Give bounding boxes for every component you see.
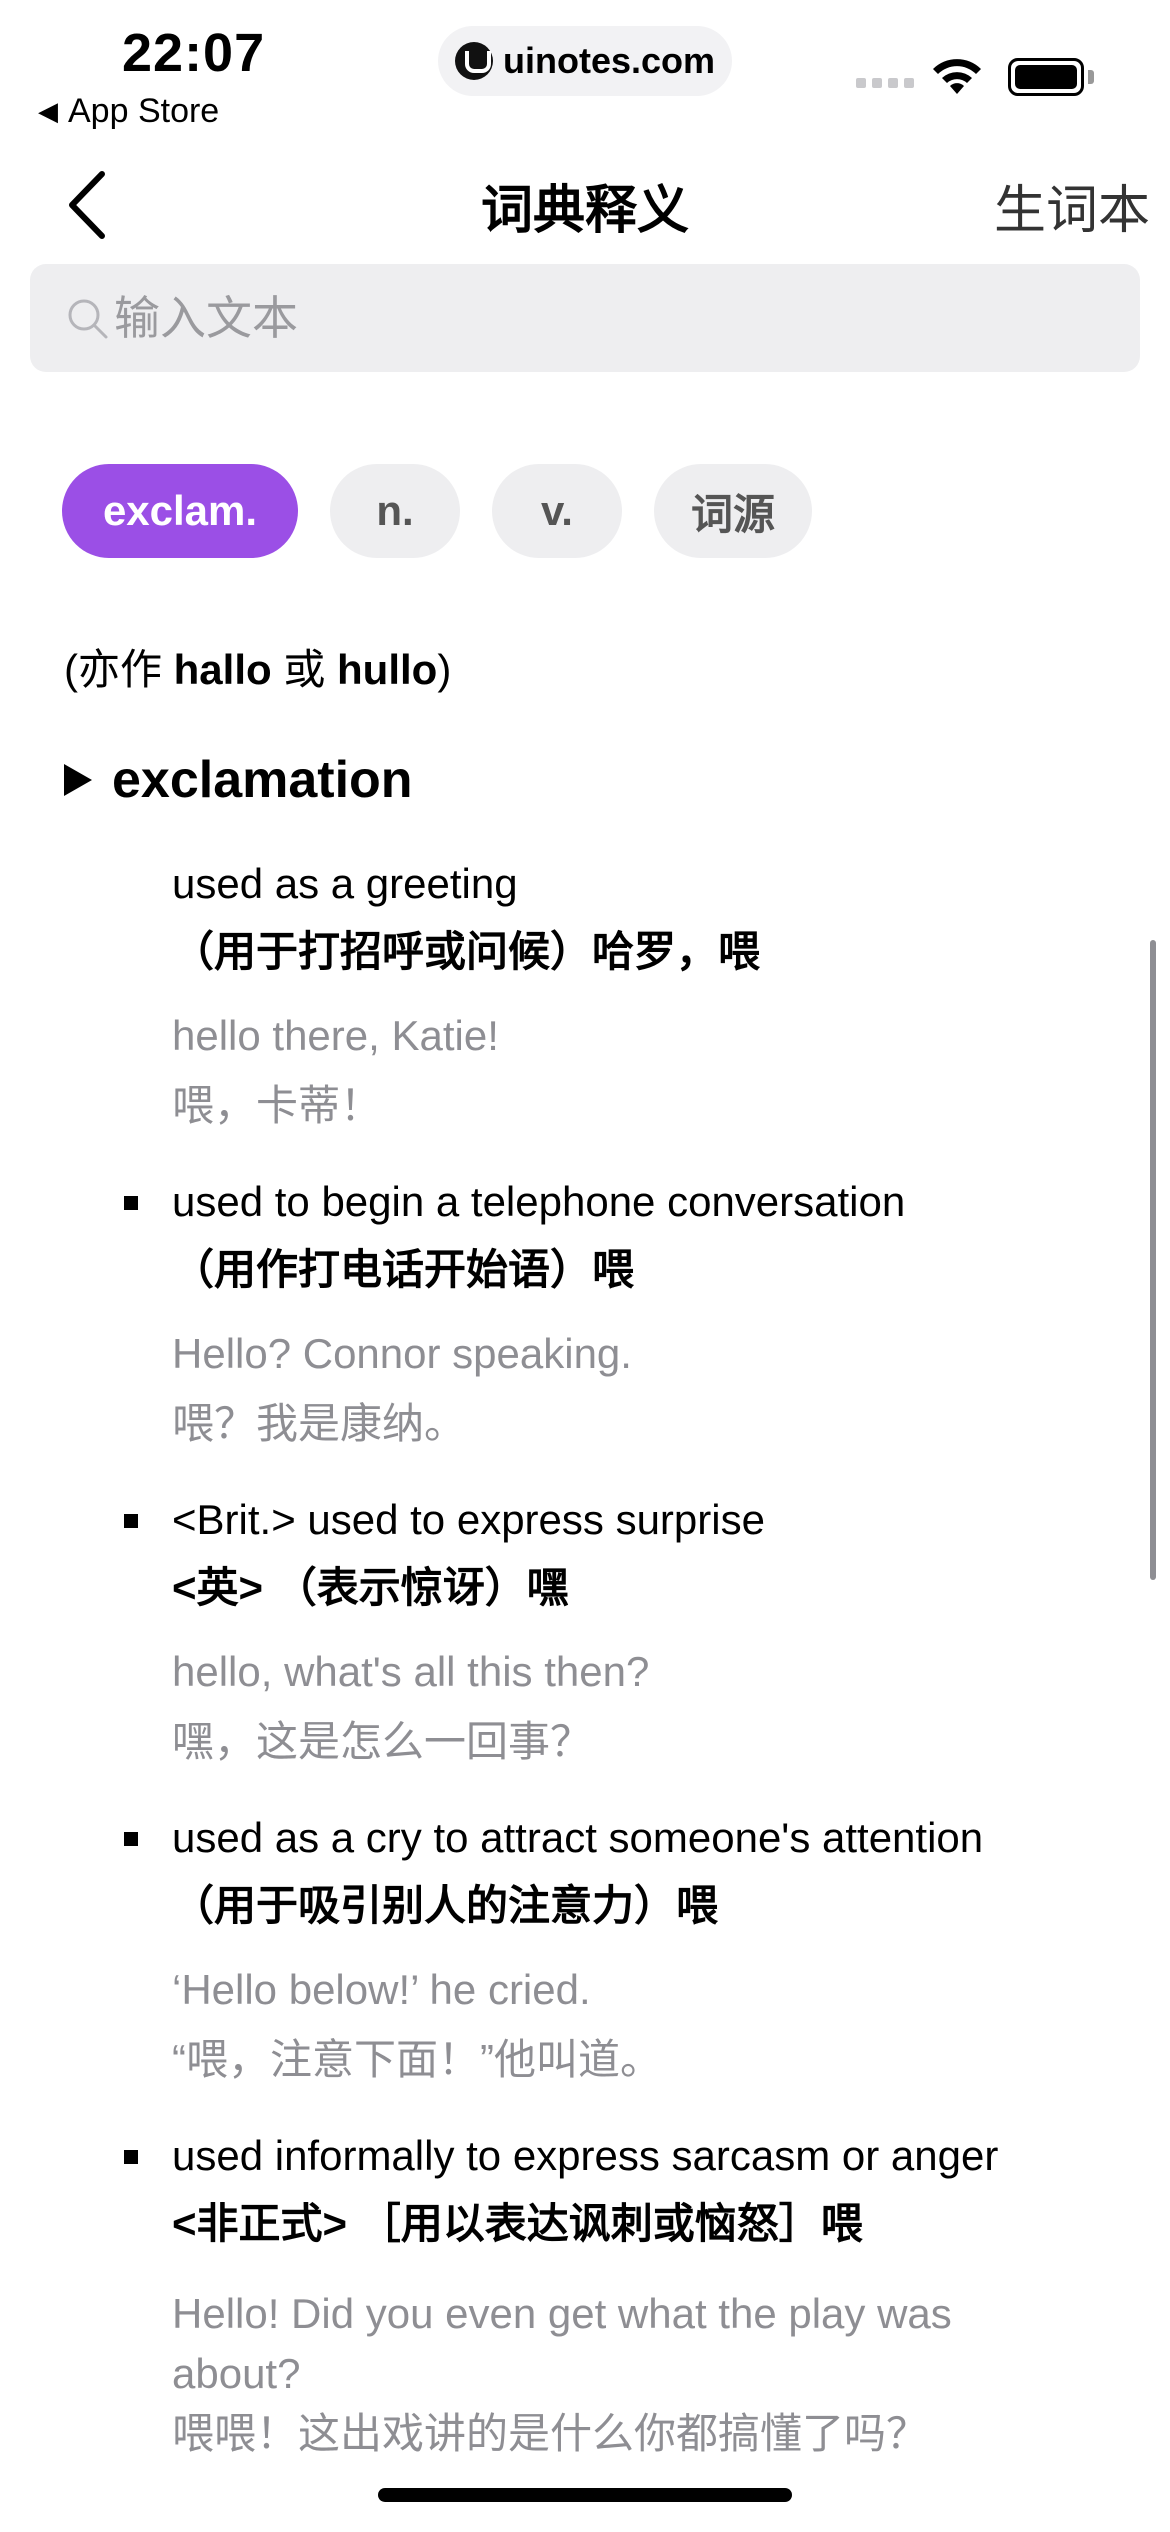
example-block: Hello! Did you even get what the play wa…: [172, 2284, 1052, 2464]
alt-word-hullo: hullo: [337, 646, 438, 693]
definition-cn: （用于吸引别人的注意力）喂: [172, 1882, 719, 1929]
example-cn: 嘿，这是怎么一回事？: [172, 1718, 593, 1765]
definition-en: used to begin a telephone conversation: [172, 1178, 906, 1225]
example-en: Hello! Did you even get what the play wa…: [172, 2290, 952, 2397]
alt-suffix: ): [437, 646, 452, 693]
example-en: Hello? Connor speaking.: [172, 1330, 632, 1377]
bullet-icon: [124, 1832, 138, 1846]
definition-en: <Brit.> used to express surprise: [172, 1496, 765, 1543]
example-en: hello, what's all this then?: [172, 1648, 650, 1695]
back-triangle-icon: ◀: [38, 96, 58, 126]
cellular-signal-icon: [856, 78, 914, 88]
search-bar[interactable]: [30, 264, 1140, 372]
search-icon: [68, 299, 108, 339]
definition-cn: （用于打招呼或问候）哈罗，喂: [172, 928, 761, 975]
disclosure-triangle-icon: [64, 764, 92, 796]
pos-tabs: exclam. n. v. 词源: [62, 464, 812, 558]
definition-en: used as a cry to attract someone's atten…: [172, 1814, 984, 1861]
battery-icon: [1008, 58, 1084, 96]
pos-label: exclamation: [112, 751, 413, 809]
url-text: uinotes.com: [502, 40, 716, 81]
scrollbar[interactable]: [1150, 940, 1156, 1580]
bullet-icon: [124, 1514, 138, 1528]
site-logo-icon: [454, 42, 493, 80]
definition-en: used informally to express sarcasm or an…: [172, 2132, 999, 2179]
search-input[interactable]: [114, 291, 1014, 345]
example-cn: 喂喂！这出戏讲的是什么你都搞懂了吗？: [172, 2410, 929, 2457]
tab-noun[interactable]: n.: [330, 464, 460, 558]
alt-mid: 或: [271, 646, 338, 693]
wifi-icon: [933, 59, 981, 94]
example-en: ‘Hello below!’ he cried.: [172, 1966, 591, 2013]
tab-verb[interactable]: v.: [492, 464, 622, 558]
bullet-icon: [124, 2150, 138, 2164]
example-cn: 喂，卡蒂！: [172, 1082, 383, 1129]
example-cn: “喂，注意下面！”他叫道。: [172, 2036, 662, 2083]
definition-cn: <英> （表示惊讶）嘿: [172, 1564, 569, 1611]
bullet-icon: [124, 1196, 138, 1210]
back-to-app-store[interactable]: ◀ App Store: [38, 92, 219, 131]
alt-word-hallo: hallo: [173, 646, 272, 693]
definition-cn: （用作打电话开始语）喂: [172, 1246, 635, 1293]
status-bar: 22:07 ◀ App Store uinotes.com: [0, 0, 1170, 150]
nav-bar: 词典释义 生词本: [0, 150, 1170, 260]
example-cn: 喂？我是康纳。: [172, 1400, 467, 1447]
battery-tip: [1088, 70, 1094, 84]
home-indicator[interactable]: [378, 2488, 792, 2502]
definition-cn: <非正式> ［用以表达讽刺或恼怒］喂: [172, 2200, 863, 2247]
alternative-forms: (亦作 hallo 或 hullo): [64, 636, 451, 697]
tab-etymology[interactable]: 词源: [654, 464, 812, 558]
example-en: hello there, Katie!: [172, 1012, 499, 1059]
status-time: 22:07: [122, 23, 266, 83]
vocabulary-book-button[interactable]: 生词本: [994, 168, 1150, 243]
back-app-label: App Store: [68, 92, 220, 130]
definition-en: used as a greeting: [172, 860, 518, 907]
pos-header[interactable]: exclamation: [64, 750, 413, 810]
alt-prefix: (亦作: [64, 646, 174, 693]
url-pill[interactable]: uinotes.com: [438, 26, 732, 96]
tab-exclam[interactable]: exclam.: [62, 464, 298, 558]
